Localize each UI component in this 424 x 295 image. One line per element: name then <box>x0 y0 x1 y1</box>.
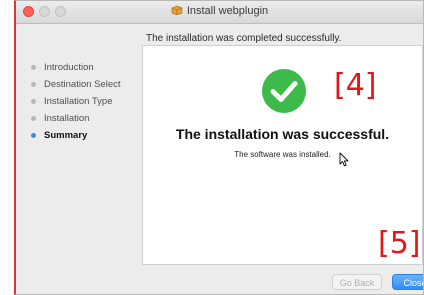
step-label: Destination Select <box>44 79 121 90</box>
close-button[interactable]: Close <box>392 274 423 290</box>
step-bullet <box>31 82 36 87</box>
success-title: The installation was successful. <box>175 126 390 142</box>
step-label: Introduction <box>44 62 94 73</box>
mouse-pointer-icon <box>339 152 349 167</box>
annotation-label-5: [5] <box>378 226 421 261</box>
go-back-button[interactable]: Go Back <box>332 274 382 290</box>
step-summary: Summary <box>30 127 145 144</box>
step-bullet <box>31 99 36 104</box>
step-label: Summary <box>44 130 88 141</box>
annotation-label-4: [4] <box>334 68 377 103</box>
package-icon <box>171 5 183 15</box>
step-bullet-active <box>31 133 36 138</box>
title-bar: Install webplugin <box>16 1 423 24</box>
step-introduction: Introduction <box>30 59 145 76</box>
installer-window: Install webplugin The installation was c… <box>14 0 424 295</box>
checkmark-circle-icon <box>262 69 306 113</box>
step-installation-type: Installation Type <box>30 93 145 110</box>
success-subtitle: The software was installed. <box>234 150 331 159</box>
step-bullet <box>31 116 36 121</box>
step-label: Installation Type <box>44 96 113 107</box>
installer-steps: Introduction Destination Select Installa… <box>30 59 145 144</box>
step-label: Installation <box>44 113 90 124</box>
step-installation: Installation <box>30 110 145 127</box>
step-destination-select: Destination Select <box>30 76 145 93</box>
window-title-area: Install webplugin <box>16 5 423 17</box>
window-title: Install webplugin <box>186 5 269 17</box>
header-message: The installation was completed successfu… <box>146 33 342 44</box>
step-bullet <box>31 65 36 70</box>
